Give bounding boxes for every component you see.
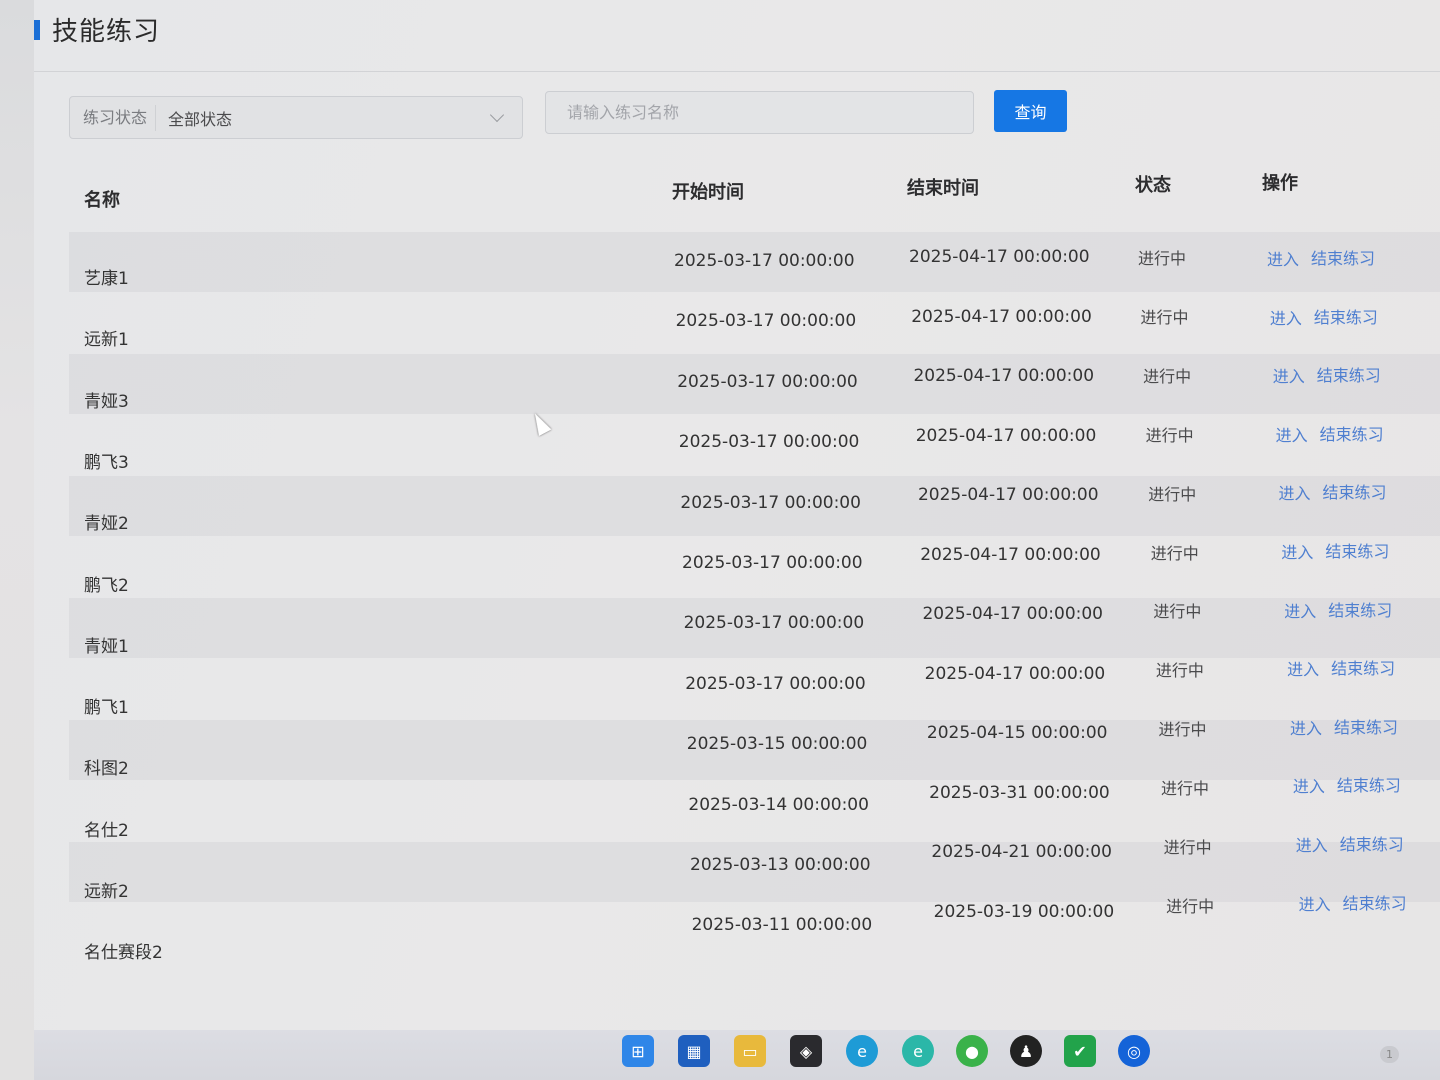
cell-start-time: 2025-03-17 00:00:00 xyxy=(677,371,858,392)
cell-name: 鹏飞3 xyxy=(84,452,129,473)
status-filter-select[interactable]: 练习状态 全部状态 xyxy=(69,96,523,139)
cell-end-time: 2025-03-31 00:00:00 xyxy=(929,782,1110,803)
cell-status: 进行中 xyxy=(1158,720,1207,740)
column-header-start-time: 开始时间 xyxy=(672,182,744,203)
cell-end-time: 2025-04-21 00:00:00 xyxy=(931,842,1112,862)
cell-status: 进行中 xyxy=(1140,307,1189,327)
enter-link[interactable]: 进入 xyxy=(1279,480,1311,504)
cell-status: 进行中 xyxy=(1166,896,1215,916)
finish-practice-link[interactable]: 结束练习 xyxy=(1328,597,1392,621)
enter-link[interactable]: 进入 xyxy=(1281,539,1313,563)
file-explorer-icon[interactable]: ▭ xyxy=(734,1035,766,1067)
app-cube-icon[interactable]: ◈ xyxy=(790,1035,822,1067)
cell-start-time: 2025-03-17 00:00:00 xyxy=(685,673,866,694)
title-accent-bar xyxy=(34,20,40,40)
cell-end-time: 2025-04-17 00:00:00 xyxy=(913,366,1095,386)
enter-link[interactable]: 进入 xyxy=(1276,422,1308,446)
finish-practice-link[interactable]: 结束练习 xyxy=(1337,772,1401,796)
cell-name: 青娅2 xyxy=(84,514,129,535)
cell-status: 进行中 xyxy=(1145,425,1194,445)
cell-name: 青娅3 xyxy=(84,391,129,412)
finish-practice-link[interactable]: 结束练习 xyxy=(1320,421,1384,445)
cell-name: 远新2 xyxy=(84,882,129,902)
tray-badge: 1 xyxy=(1380,1046,1399,1063)
cell-status: 进行中 xyxy=(1163,838,1212,857)
finish-practice-link[interactable]: 结束练习 xyxy=(1340,831,1404,855)
enter-link[interactable]: 进入 xyxy=(1296,832,1328,856)
cell-start-time: 2025-03-17 00:00:00 xyxy=(682,553,863,573)
finish-practice-link[interactable]: 结束练习 xyxy=(1325,538,1389,562)
cell-end-time: 2025-04-17 00:00:00 xyxy=(920,544,1101,565)
cell-status: 进行中 xyxy=(1148,484,1197,504)
page-header xyxy=(34,0,1440,72)
finish-practice-link[interactable]: 结束练习 xyxy=(1311,245,1375,269)
cell-start-time: 2025-03-17 00:00:00 xyxy=(680,492,861,513)
cell-status: 进行中 xyxy=(1150,543,1199,563)
cell-end-time: 2025-04-17 00:00:00 xyxy=(911,306,1092,327)
finish-practice-link[interactable]: 结束练习 xyxy=(1331,655,1395,679)
column-header-end-time: 结束时间 xyxy=(907,178,979,199)
edge-ai-icon[interactable]: e xyxy=(902,1035,934,1067)
cell-end-time: 2025-04-17 00:00:00 xyxy=(915,425,1097,446)
cell-start-time: 2025-03-13 00:00:00 xyxy=(690,855,871,875)
cell-end-time: 2025-04-17 00:00:00 xyxy=(924,663,1106,684)
query-button[interactable]: 查询 xyxy=(994,90,1067,132)
enter-link[interactable]: 进入 xyxy=(1273,363,1305,387)
enter-link[interactable]: 进入 xyxy=(1284,598,1316,622)
cell-start-time: 2025-03-15 00:00:00 xyxy=(686,734,868,755)
enter-link[interactable]: 进入 xyxy=(1267,246,1299,270)
chevron-down-icon xyxy=(489,107,505,122)
cell-name: 鹏飞1 xyxy=(84,698,129,719)
cell-start-time: 2025-03-17 00:00:00 xyxy=(674,251,855,271)
column-header-name: 名称 xyxy=(84,190,120,211)
finish-practice-link[interactable]: 结束练习 xyxy=(1314,304,1378,328)
cell-name: 名仕2 xyxy=(84,820,129,841)
cell-start-time: 2025-03-11 00:00:00 xyxy=(691,915,873,936)
column-header-status: 状态 xyxy=(1135,175,1171,196)
cell-name: 青娅1 xyxy=(84,636,129,657)
status-filter-value: 全部状态 xyxy=(168,109,233,129)
enter-link[interactable]: 进入 xyxy=(1290,715,1322,739)
table-header xyxy=(69,150,1440,225)
windows-start-icon[interactable]: ⊞ xyxy=(622,1035,654,1067)
green-app-icon[interactable]: ✔ xyxy=(1064,1035,1096,1067)
qq-icon[interactable]: ♟ xyxy=(1010,1035,1042,1067)
cell-name: 艺康1 xyxy=(84,269,129,289)
cell-name: 名仕赛段2 xyxy=(84,943,163,964)
cell-status: 进行中 xyxy=(1153,602,1202,622)
enter-link[interactable]: 进入 xyxy=(1299,891,1331,915)
page-title: 技能练习 xyxy=(52,17,161,47)
cell-name: 科图2 xyxy=(84,759,129,780)
cell-end-time: 2025-03-19 00:00:00 xyxy=(933,901,1115,922)
enter-link[interactable]: 进入 xyxy=(1287,656,1319,680)
cell-end-time: 2025-04-15 00:00:00 xyxy=(926,723,1108,743)
cell-status: 进行中 xyxy=(1143,366,1192,386)
practice-name-search-input[interactable] xyxy=(545,91,974,134)
cell-end-time: 2025-04-17 00:00:00 xyxy=(922,604,1103,624)
finish-practice-link[interactable]: 结束练习 xyxy=(1323,479,1387,503)
finish-practice-link[interactable]: 结束练习 xyxy=(1317,362,1381,386)
wechat-icon[interactable]: ● xyxy=(956,1035,988,1067)
cell-start-time: 2025-03-14 00:00:00 xyxy=(688,794,869,815)
cell-start-time: 2025-03-17 00:00:00 xyxy=(678,432,860,453)
cell-status: 进行中 xyxy=(1138,249,1187,268)
cell-name: 鹏飞2 xyxy=(84,575,129,596)
enter-link[interactable]: 进入 xyxy=(1293,773,1325,797)
cell-end-time: 2025-04-17 00:00:00 xyxy=(917,485,1099,505)
enter-link[interactable]: 进入 xyxy=(1270,305,1302,329)
cell-end-time: 2025-04-17 00:00:00 xyxy=(909,247,1090,267)
cell-start-time: 2025-03-17 00:00:00 xyxy=(675,311,857,332)
finish-practice-link[interactable]: 结束练习 xyxy=(1334,714,1398,738)
cell-status: 进行中 xyxy=(1161,779,1210,799)
status-filter-label: 练习状态 xyxy=(70,104,157,131)
finish-practice-link[interactable]: 结束练习 xyxy=(1343,890,1407,914)
cell-status: 进行中 xyxy=(1155,661,1204,681)
browser-icon[interactable]: ◎ xyxy=(1118,1035,1150,1067)
cell-name: 远新1 xyxy=(84,330,129,351)
cell-start-time: 2025-03-17 00:00:00 xyxy=(683,613,865,634)
edge-icon[interactable]: e xyxy=(846,1035,878,1067)
store-icon[interactable]: ▦ xyxy=(678,1035,710,1067)
column-header-action: 操作 xyxy=(1262,173,1298,194)
